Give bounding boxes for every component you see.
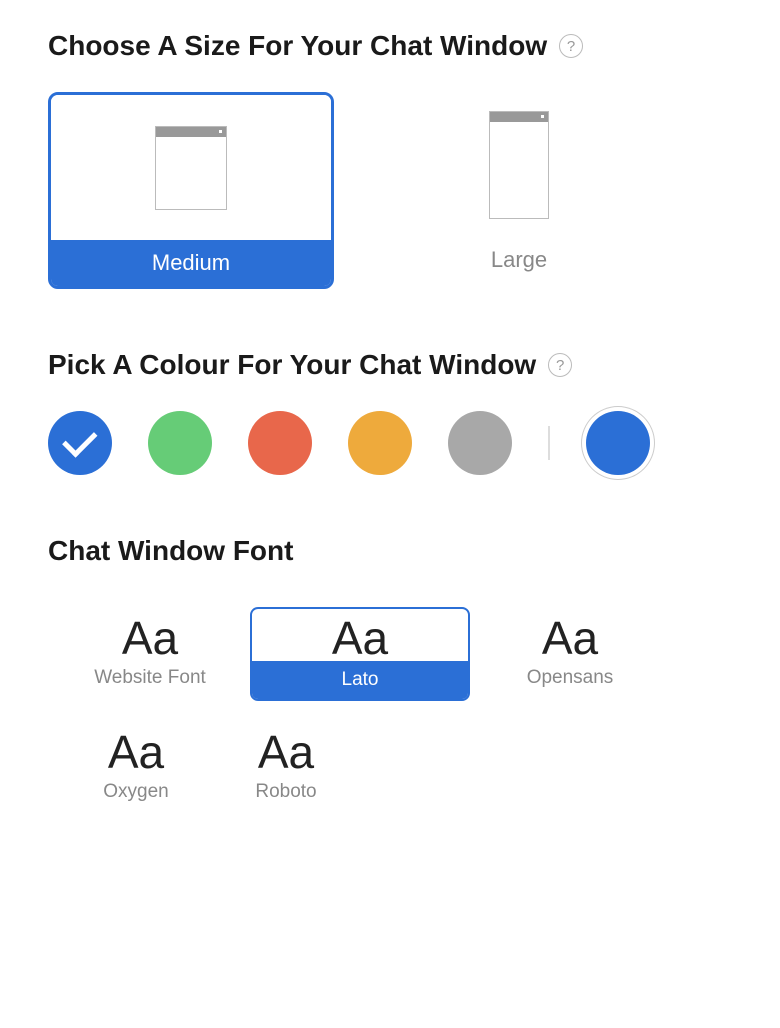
- color-section: Pick A Colour For Your Chat Window ?: [48, 349, 732, 475]
- help-icon[interactable]: ?: [548, 353, 572, 377]
- custom-color-picker[interactable]: [586, 411, 650, 475]
- size-options: Medium Large: [48, 92, 732, 289]
- color-swatch-blue[interactable]: [48, 411, 112, 475]
- font-option-oxygen[interactable]: Aa Oxygen: [76, 721, 196, 807]
- size-preview-medium: [51, 95, 331, 240]
- font-options-row1: Aa Website Font Aa Lato Aa Opensans: [48, 607, 732, 701]
- color-options: [48, 411, 732, 475]
- size-section-header: Choose A Size For Your Chat Window ?: [48, 30, 732, 62]
- color-section-header: Pick A Colour For Your Chat Window ?: [48, 349, 732, 381]
- font-label-roboto: Roboto: [226, 777, 346, 807]
- font-option-lato[interactable]: Aa Lato: [250, 607, 470, 701]
- font-section-title: Chat Window Font: [48, 535, 732, 567]
- color-divider: [548, 426, 550, 460]
- color-swatch-gray[interactable]: [448, 411, 512, 475]
- font-sample: Aa: [88, 721, 184, 777]
- font-sample: Aa: [522, 607, 618, 663]
- size-option-large[interactable]: Large: [444, 92, 594, 289]
- color-swatch-green[interactable]: [148, 411, 212, 475]
- size-preview-large: [444, 92, 594, 237]
- color-swatch-yellow-orange[interactable]: [348, 411, 412, 475]
- font-label-opensans: Opensans: [490, 663, 650, 693]
- size-section: Choose A Size For Your Chat Window ? Med…: [48, 30, 732, 289]
- help-icon[interactable]: ?: [559, 34, 583, 58]
- size-section-title: Choose A Size For Your Chat Window: [48, 30, 547, 62]
- font-label-website-font: Website Font: [70, 663, 230, 693]
- font-option-opensans[interactable]: Aa Opensans: [490, 607, 650, 701]
- color-swatch-orange-red[interactable]: [248, 411, 312, 475]
- color-section-title: Pick A Colour For Your Chat Window: [48, 349, 536, 381]
- window-preview-icon: [155, 126, 227, 210]
- font-option-roboto[interactable]: Aa Roboto: [226, 721, 346, 807]
- font-options-row2: Aa Oxygen Aa Roboto: [48, 721, 732, 807]
- font-sample: Aa: [238, 721, 334, 777]
- font-sample: Aa: [102, 607, 198, 663]
- font-option-website-font[interactable]: Aa Website Font: [70, 607, 230, 701]
- size-label-large: Large: [444, 237, 594, 283]
- font-sample: Aa: [272, 609, 448, 661]
- font-label-lato: Lato: [252, 661, 468, 699]
- size-option-medium[interactable]: Medium: [48, 92, 334, 289]
- size-label-medium: Medium: [51, 240, 331, 286]
- window-preview-icon: [489, 111, 549, 219]
- font-label-oxygen: Oxygen: [76, 777, 196, 807]
- font-section: Chat Window Font Aa Website Font Aa Lato…: [48, 535, 732, 807]
